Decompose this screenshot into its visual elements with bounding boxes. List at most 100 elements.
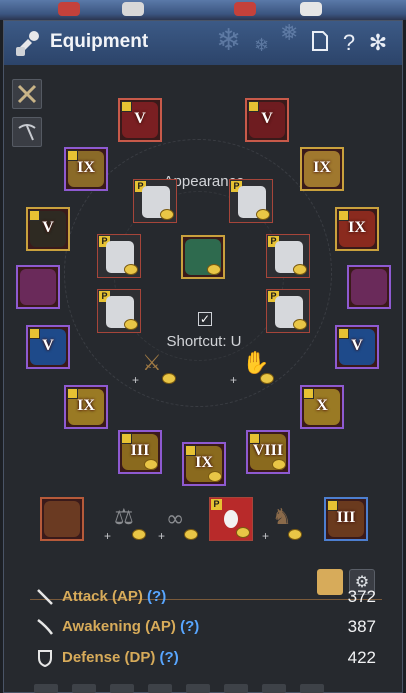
- stat-row-attack: Attack (AP) (?) 372: [30, 585, 376, 609]
- coin-icon: [162, 373, 176, 384]
- shield-icon: [38, 650, 52, 667]
- quickslot[interactable]: [110, 684, 134, 693]
- plus-sign: +: [158, 529, 166, 543]
- enhancement-grade: IX: [348, 219, 366, 236]
- quickslot[interactable]: [186, 684, 210, 693]
- coin-icon: [132, 529, 146, 540]
- sword-icon: [37, 589, 53, 605]
- enhancement-grade: III: [130, 442, 150, 459]
- plus-sign: +: [132, 373, 140, 387]
- copy-icon[interactable]: [308, 30, 332, 56]
- enhancement-grade: IX: [195, 454, 213, 471]
- artifact-right-slot[interactable]: VIII: [246, 430, 290, 474]
- plus-sign: +: [230, 373, 238, 387]
- enhancement-grade: V: [134, 110, 146, 127]
- window-title: Equipment: [50, 31, 149, 52]
- belt-slot[interactable]: [16, 265, 60, 309]
- coin-icon: [124, 264, 138, 275]
- quickslot[interactable]: [262, 684, 286, 693]
- lightstone-slot[interactable]: III: [324, 497, 368, 541]
- costume-weapon-slot[interactable]: P: [97, 289, 141, 333]
- quickslot[interactable]: [300, 684, 324, 693]
- stat-row-awakening: Awakening (AP) (?) 387: [30, 615, 376, 639]
- costume-flag-slot[interactable]: P: [209, 497, 253, 541]
- sub-weapon-slot[interactable]: [347, 265, 391, 309]
- awakening-value: 387: [347, 617, 376, 636]
- coin-icon: [207, 264, 221, 275]
- coin-icon: [293, 264, 307, 275]
- festive-banner: [0, 0, 406, 20]
- attack-help[interactable]: (?): [147, 588, 166, 605]
- coin-icon: [208, 471, 222, 482]
- right-ring-slot[interactable]: X: [300, 385, 344, 429]
- attack-value: 372: [347, 587, 376, 606]
- banner-decoration: [122, 2, 144, 16]
- center-emblem-slot[interactable]: [181, 235, 225, 279]
- coin-icon: [288, 529, 302, 540]
- coin-icon: [144, 459, 158, 470]
- coin-icon: [160, 209, 174, 220]
- snowflake-settings-icon[interactable]: ✻: [366, 30, 390, 56]
- plus-sign: +: [104, 529, 112, 543]
- coin-icon: [256, 209, 270, 220]
- p-badge: P: [211, 499, 222, 510]
- quickslot[interactable]: [224, 684, 248, 693]
- coin-icon: [124, 319, 138, 330]
- blade-icon: [37, 619, 53, 635]
- defense-help[interactable]: (?): [160, 649, 179, 666]
- banner-decoration: [58, 2, 80, 16]
- coin-icon: [184, 529, 198, 540]
- ghost-sword-icon: ⚔: [142, 351, 162, 376]
- belt-art: [20, 269, 56, 305]
- awakening-label: Awakening (AP) (?): [62, 618, 200, 635]
- flag-art: [224, 510, 238, 528]
- defense-label: Defense (DP) (?): [62, 649, 179, 666]
- wrench-icon: [16, 31, 39, 56]
- coin-icon: [293, 319, 307, 330]
- main-weapon-slot[interactable]: V: [26, 207, 70, 251]
- armor-slot[interactable]: V: [245, 98, 289, 142]
- help-button[interactable]: ?: [337, 30, 361, 56]
- artifact-left-slot[interactable]: III: [118, 430, 162, 474]
- coin-icon: [272, 459, 286, 470]
- enhancement-grade: IX: [77, 397, 95, 414]
- quickslot[interactable]: [148, 684, 172, 693]
- earring-slot[interactable]: IX: [335, 207, 379, 251]
- artifact-mid-slot[interactable]: IX: [182, 442, 226, 486]
- shortcut-checkbox[interactable]: ✓: [198, 312, 212, 326]
- snowflake-decoration: ❄: [254, 35, 270, 56]
- pickaxe-icon[interactable]: [12, 117, 42, 147]
- enhancement-grade: V: [261, 110, 273, 127]
- ghost-scale-icon: ⚖: [114, 505, 134, 530]
- appearance-label: Appearance: [163, 173, 245, 190]
- coin-icon: [236, 527, 250, 538]
- snowflake-decoration: ❅: [280, 21, 299, 46]
- enhancement-grade: III: [336, 509, 356, 526]
- ghost-glasses-icon: ∞: [166, 507, 185, 532]
- costume-subweapon-slot[interactable]: P: [266, 289, 310, 333]
- banner-decoration: [234, 2, 256, 16]
- shortcut-label: Shortcut: U: [166, 333, 242, 350]
- quickslot-bar: [34, 684, 364, 693]
- title-bar[interactable]: Equipment ❄ ❄ ❅ ? ✻: [4, 21, 402, 65]
- quickslot[interactable]: [34, 684, 58, 693]
- defense-value: 422: [347, 648, 376, 667]
- costume-gloves-slot[interactable]: P: [97, 234, 141, 278]
- crossed-swords-icon[interactable]: [12, 79, 42, 109]
- left-ring-slot[interactable]: IX: [64, 385, 108, 429]
- snowflake-decoration: ❄: [216, 23, 242, 58]
- banner-decoration: [300, 2, 322, 16]
- costume-helm-slot[interactable]: P: [133, 179, 177, 223]
- coin-icon: [260, 373, 274, 384]
- plus-sign: +: [262, 529, 270, 543]
- costume-armor-slot[interactable]: P: [229, 179, 273, 223]
- enhancement-grade: V: [42, 219, 54, 236]
- costume-shoes-slot[interactable]: P: [266, 234, 310, 278]
- helmet-slot[interactable]: V: [118, 98, 162, 142]
- book-art: [44, 501, 80, 537]
- attack-label: Attack (AP) (?): [62, 588, 167, 605]
- awakening-help[interactable]: (?): [180, 618, 199, 635]
- book-slot[interactable]: [40, 497, 84, 541]
- enhancement-grade: VIII: [252, 442, 284, 459]
- quickslot[interactable]: [72, 684, 96, 693]
